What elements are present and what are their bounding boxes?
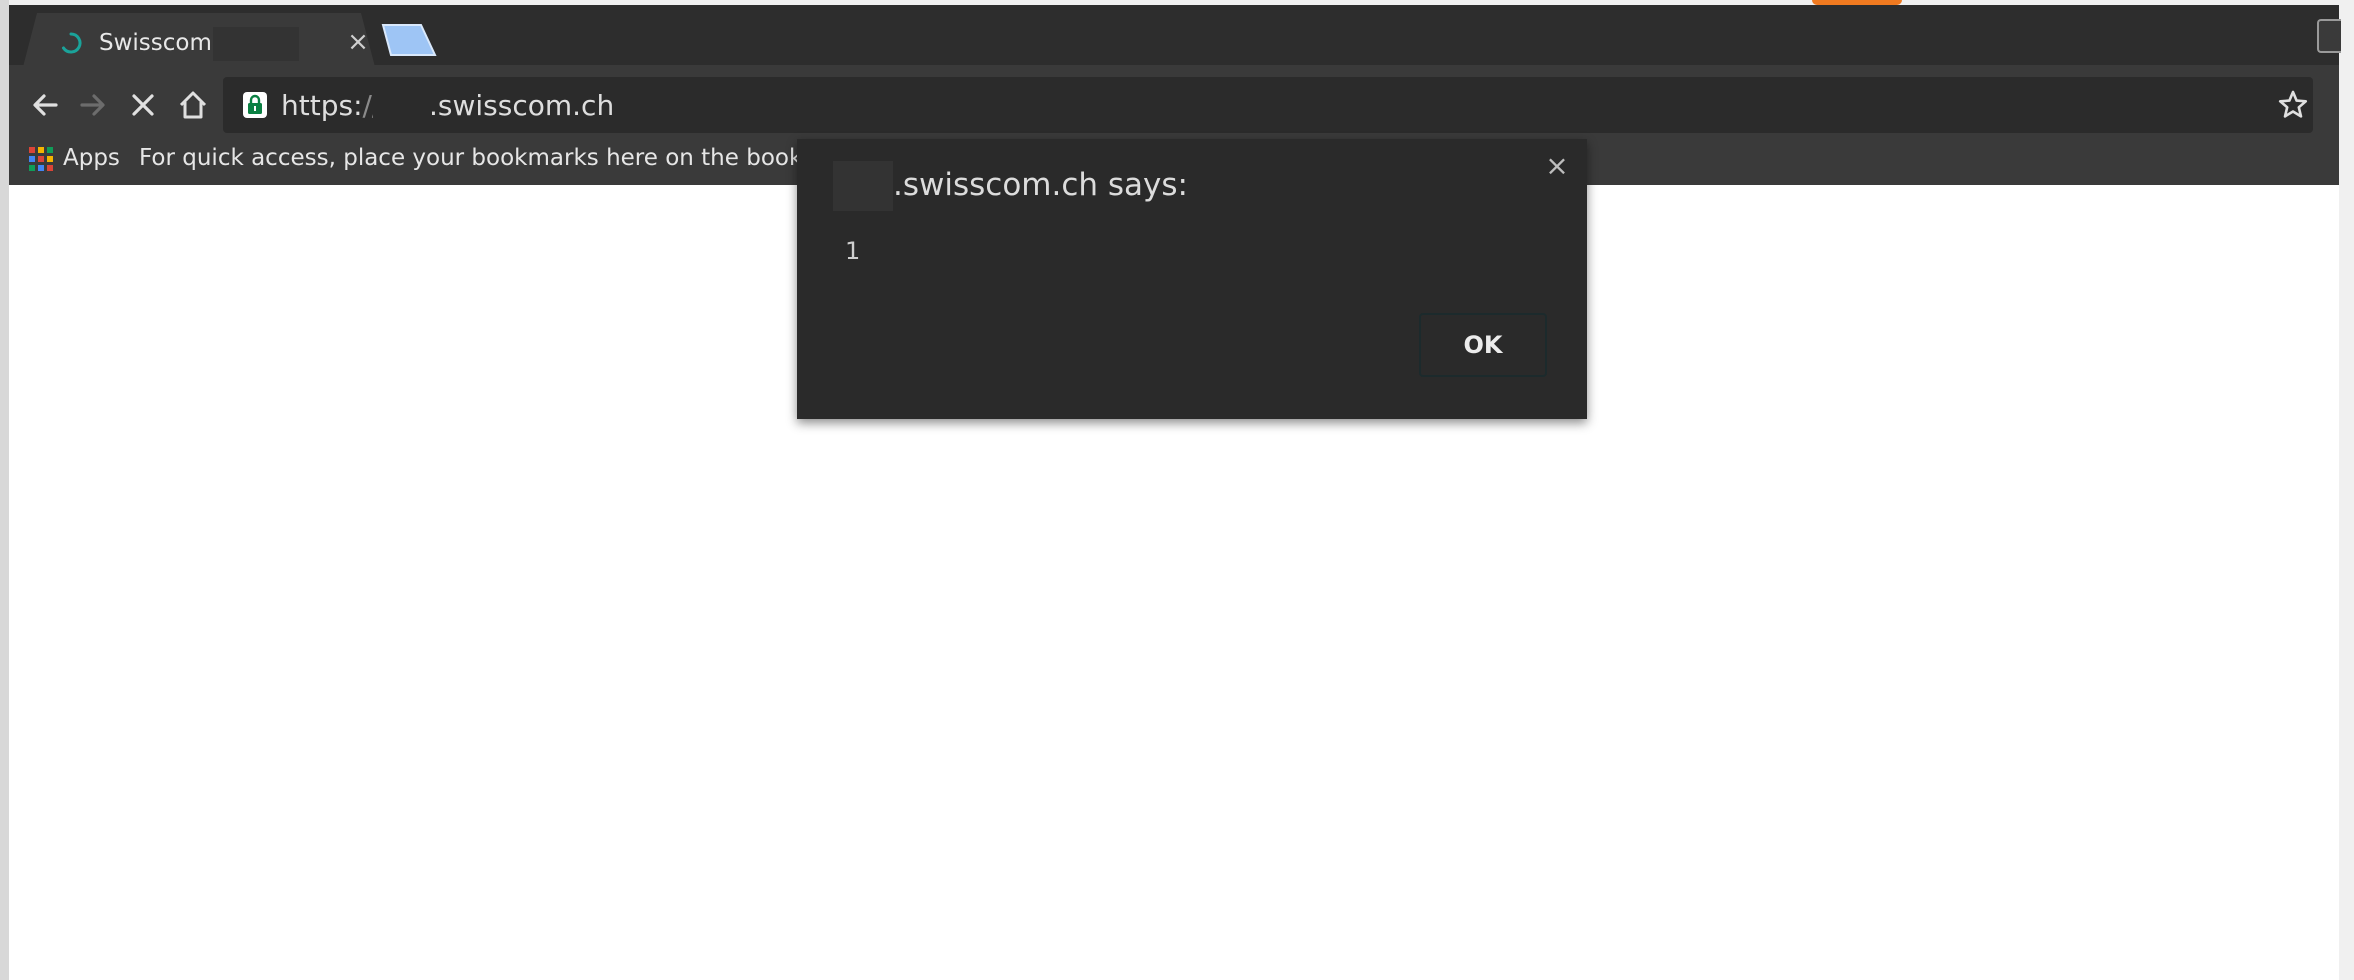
new-tab-button[interactable] <box>381 23 437 57</box>
loading-spinner-icon <box>62 32 82 54</box>
dialog-message: 1 <box>845 237 861 265</box>
stop-x-icon <box>132 94 154 116</box>
stop-button[interactable] <box>123 85 163 125</box>
dialog-close-icon[interactable]: × <box>1542 149 1572 183</box>
apps-shortcut[interactable]: Apps <box>63 145 120 171</box>
window-restore-icon[interactable] <box>2317 19 2341 53</box>
back-arrow-icon <box>33 94 58 116</box>
bookmarks-hint-text: For quick access, place your bookmarks h… <box>139 145 811 171</box>
secure-lock-icon[interactable] <box>243 92 267 118</box>
forward-button[interactable] <box>73 85 113 125</box>
url-host: .swisscom.ch <box>429 89 615 122</box>
home-icon <box>179 91 207 119</box>
dialog-title: .swisscom.ch says: <box>893 167 1188 203</box>
redacted-area <box>833 161 893 211</box>
ok-button[interactable]: OK <box>1419 313 1547 377</box>
url-scheme: https:// <box>281 89 382 122</box>
tab-close-icon[interactable]: × <box>345 27 371 57</box>
tab-swisscom[interactable]: Swisscom × <box>23 13 375 67</box>
bookmark-star-icon[interactable] <box>2275 87 2311 123</box>
alert-dialog: .swisscom.ch says: × 1 OK <box>797 139 1587 419</box>
browser-window: Swisscom × https:// .swisscom.ch Apps Fo… <box>9 5 2341 980</box>
apps-grid-icon[interactable] <box>29 147 53 171</box>
tab-strip: Swisscom × <box>9 5 2341 67</box>
back-button[interactable] <box>25 85 65 125</box>
address-bar[interactable]: https:// .swisscom.ch <box>223 77 2313 133</box>
redacted-area <box>213 27 299 61</box>
home-button[interactable] <box>173 85 213 125</box>
tab-title: Swisscom <box>99 30 212 56</box>
forward-arrow-icon <box>80 94 105 116</box>
desktop-edge <box>0 0 9 980</box>
